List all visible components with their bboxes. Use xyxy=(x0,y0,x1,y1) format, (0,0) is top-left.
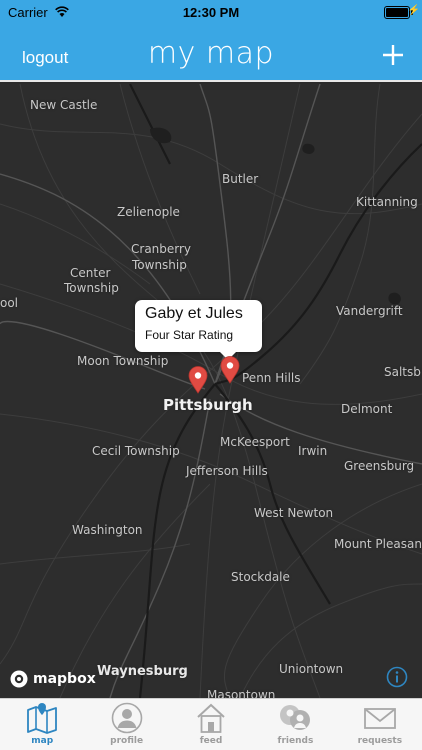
place-label: Penn Hills xyxy=(242,371,301,385)
place-callout[interactable]: Gaby et Jules Four Star Rating xyxy=(135,300,262,360)
clock: 12:30 PM xyxy=(182,5,240,20)
place-label: Jefferson Hills xyxy=(186,464,268,478)
callout-title: Gaby et Jules xyxy=(145,305,243,322)
tab-label: requests xyxy=(357,736,403,746)
place-label: Irwin xyxy=(298,444,328,458)
place-label: Township xyxy=(132,258,187,272)
place-label: New Castle xyxy=(30,98,98,112)
tab-label: feed xyxy=(199,736,223,746)
place-label: ool xyxy=(0,296,19,310)
tab-profile[interactable]: profile xyxy=(84,699,168,750)
tab-bar: map profile feed friends requests xyxy=(0,698,422,750)
place-label: McKeesport xyxy=(220,435,290,449)
place-label: Moon Township xyxy=(77,354,169,368)
charging-icon: ⚡ xyxy=(407,5,420,16)
profile-icon xyxy=(111,702,142,734)
tab-label: map xyxy=(31,736,54,746)
callout-subtitle: Four Star Rating xyxy=(145,328,234,342)
place-label: Saltsb xyxy=(384,365,421,379)
map-icon xyxy=(27,703,58,734)
place-label: Washington xyxy=(72,523,143,537)
navigation-bar: logout my map xyxy=(0,26,422,82)
place-label: West Newton xyxy=(254,506,334,520)
place-label: Mount Pleasant xyxy=(334,537,422,551)
mapbox-logo-icon xyxy=(10,670,28,688)
place-label: Cranberry xyxy=(131,242,192,256)
home-icon xyxy=(197,703,225,733)
tab-requests[interactable]: requests xyxy=(338,699,422,750)
tab-feed[interactable]: feed xyxy=(169,699,253,750)
place-label: Waynesburg xyxy=(97,664,188,679)
map-roads xyxy=(0,84,422,698)
place-label: Delmont xyxy=(341,402,393,416)
tab-label: profile xyxy=(110,736,144,746)
map-pin-icon[interactable] xyxy=(220,356,240,384)
place-label: Kittanning xyxy=(356,195,418,209)
status-bar: Carrier 12:30 PM ⚡ xyxy=(0,0,422,26)
place-label: Cecil Township xyxy=(92,444,180,458)
tab-label: friends xyxy=(277,736,314,746)
map-view[interactable]: New Castle Butler Kittanning Zelienople … xyxy=(0,84,422,698)
map-pin-icon[interactable] xyxy=(188,366,208,394)
place-label: Stockdale xyxy=(231,570,290,584)
place-label: Greensburg xyxy=(344,459,415,473)
info-icon[interactable] xyxy=(386,666,408,688)
place-label: Vandergrift xyxy=(336,304,403,318)
battery-icon xyxy=(384,6,410,19)
place-label: Zelienople xyxy=(117,205,180,219)
friends-icon xyxy=(280,705,311,730)
add-button[interactable] xyxy=(380,42,406,68)
place-label: Butler xyxy=(222,172,259,186)
place-label: Pittsburgh xyxy=(163,396,253,414)
tab-friends[interactable]: friends xyxy=(253,699,337,750)
mapbox-attribution: mapbox xyxy=(10,668,96,690)
place-label: Uniontown xyxy=(279,662,344,676)
place-label: Center xyxy=(70,266,111,280)
envelope-icon xyxy=(363,708,396,729)
mapbox-wordmark: mapbox xyxy=(33,671,96,687)
place-label: Township xyxy=(64,281,119,295)
page-title: my map xyxy=(147,36,275,71)
place-label: Masontown xyxy=(207,688,276,698)
tab-map[interactable]: map xyxy=(0,699,84,750)
